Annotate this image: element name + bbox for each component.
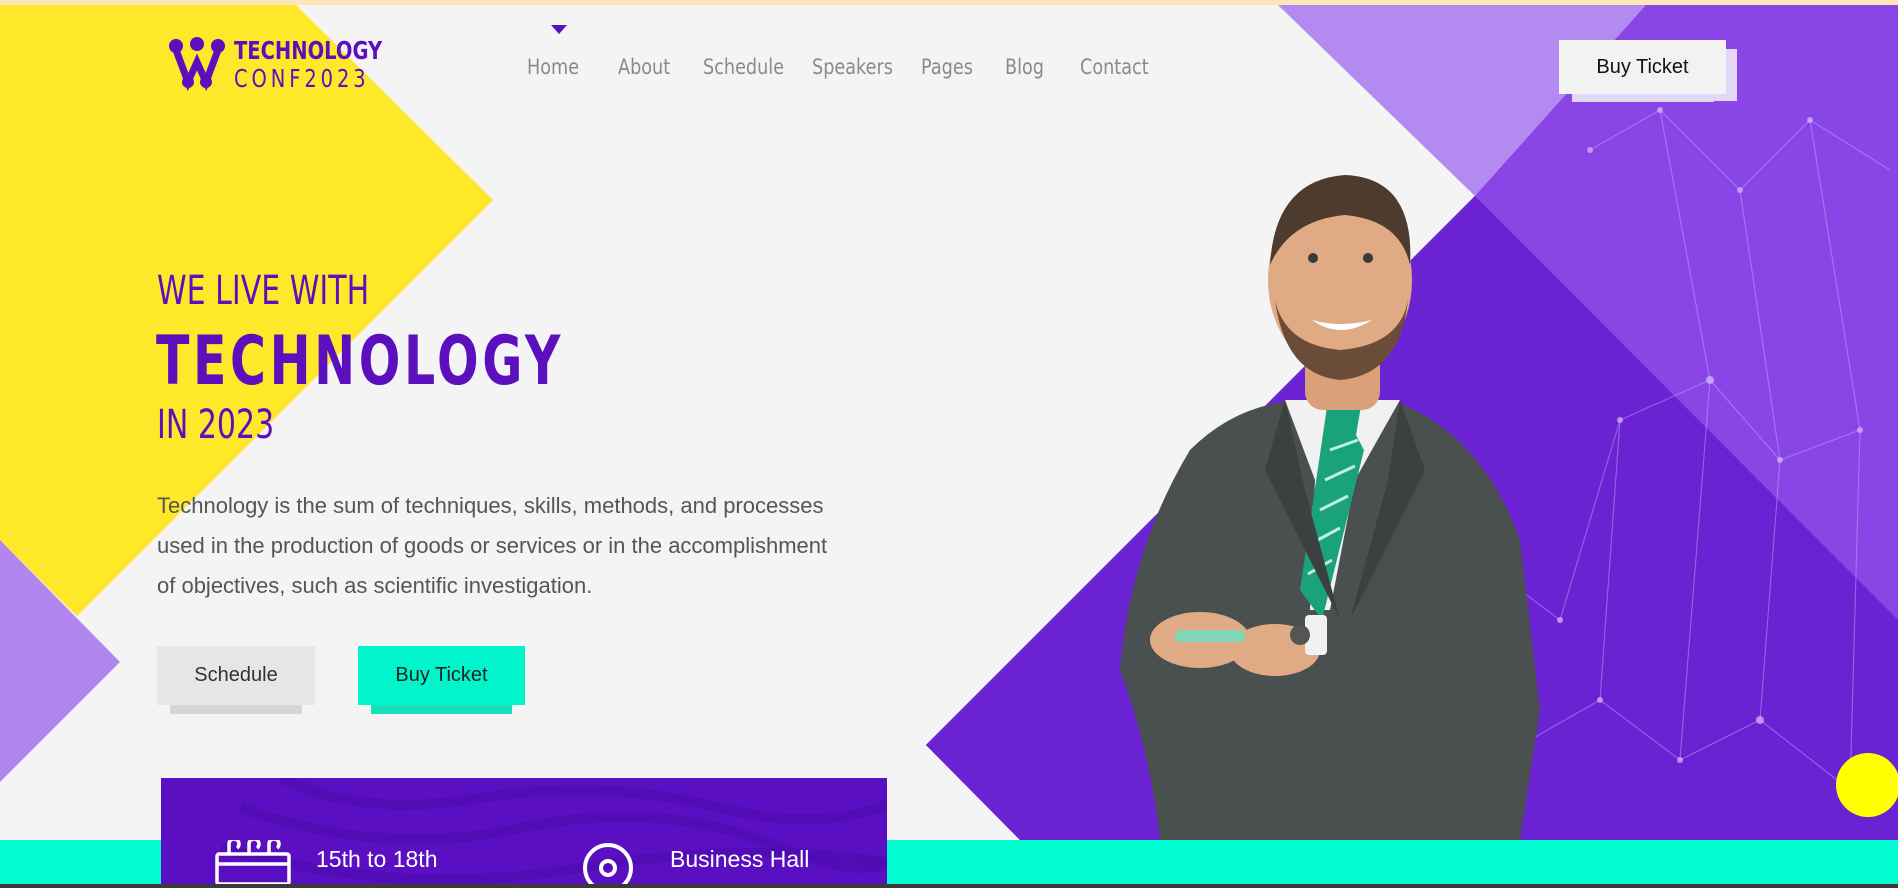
- logo-text-secondary: CONF2023: [234, 63, 370, 93]
- hero-subtitle-top: WE LIVE WITH: [157, 268, 370, 314]
- site-logo[interactable]: TECHNOLOGY CONF2023: [168, 36, 424, 92]
- nav-pages[interactable]: Pages: [921, 55, 973, 79]
- main-nav: Home About Schedule Speakers Pages Blog …: [527, 55, 1177, 79]
- nav-home[interactable]: Home: [527, 55, 579, 79]
- hero-background-shapes: [0, 5, 1898, 840]
- location-pin-icon: [583, 843, 633, 884]
- calendar-icon: [215, 840, 291, 884]
- event-venue: Business Hall: [670, 846, 810, 872]
- nav-about[interactable]: About: [618, 55, 670, 79]
- speaker-photo: [1120, 175, 1540, 840]
- bottom-scroll-bar: [0, 884, 1898, 888]
- event-date: 15th to 18th: [316, 846, 438, 872]
- active-nav-indicator-icon: [551, 25, 567, 34]
- hero-description: Technology is the sum of techniques, ski…: [157, 493, 828, 598]
- nav-contact[interactable]: Contact: [1080, 55, 1149, 79]
- nav-schedule[interactable]: Schedule: [703, 55, 784, 79]
- logo-text-primary: TECHNOLOGY: [234, 35, 383, 65]
- header-buy-ticket-button[interactable]: Buy Ticket: [1559, 40, 1726, 94]
- hero-buy-ticket-button[interactable]: Buy Ticket: [358, 646, 525, 705]
- schedule-button-shadow: [170, 705, 302, 714]
- molecule-logo-icon: [169, 37, 225, 92]
- buy-ticket-button-shadow: [371, 705, 512, 714]
- nav-blog[interactable]: Blog: [1005, 55, 1044, 79]
- nav-speakers[interactable]: Speakers: [812, 55, 893, 79]
- floating-action-dot[interactable]: [1836, 753, 1898, 817]
- hero-schedule-button[interactable]: Schedule: [157, 646, 315, 705]
- hero-title: TECHNOLOGY: [156, 322, 564, 401]
- event-info-box: 15th to 18th Business Hall: [161, 778, 887, 884]
- hero-subtitle-bottom: IN 2023: [157, 402, 275, 448]
- header-buy-ticket-shadow: [1572, 94, 1714, 102]
